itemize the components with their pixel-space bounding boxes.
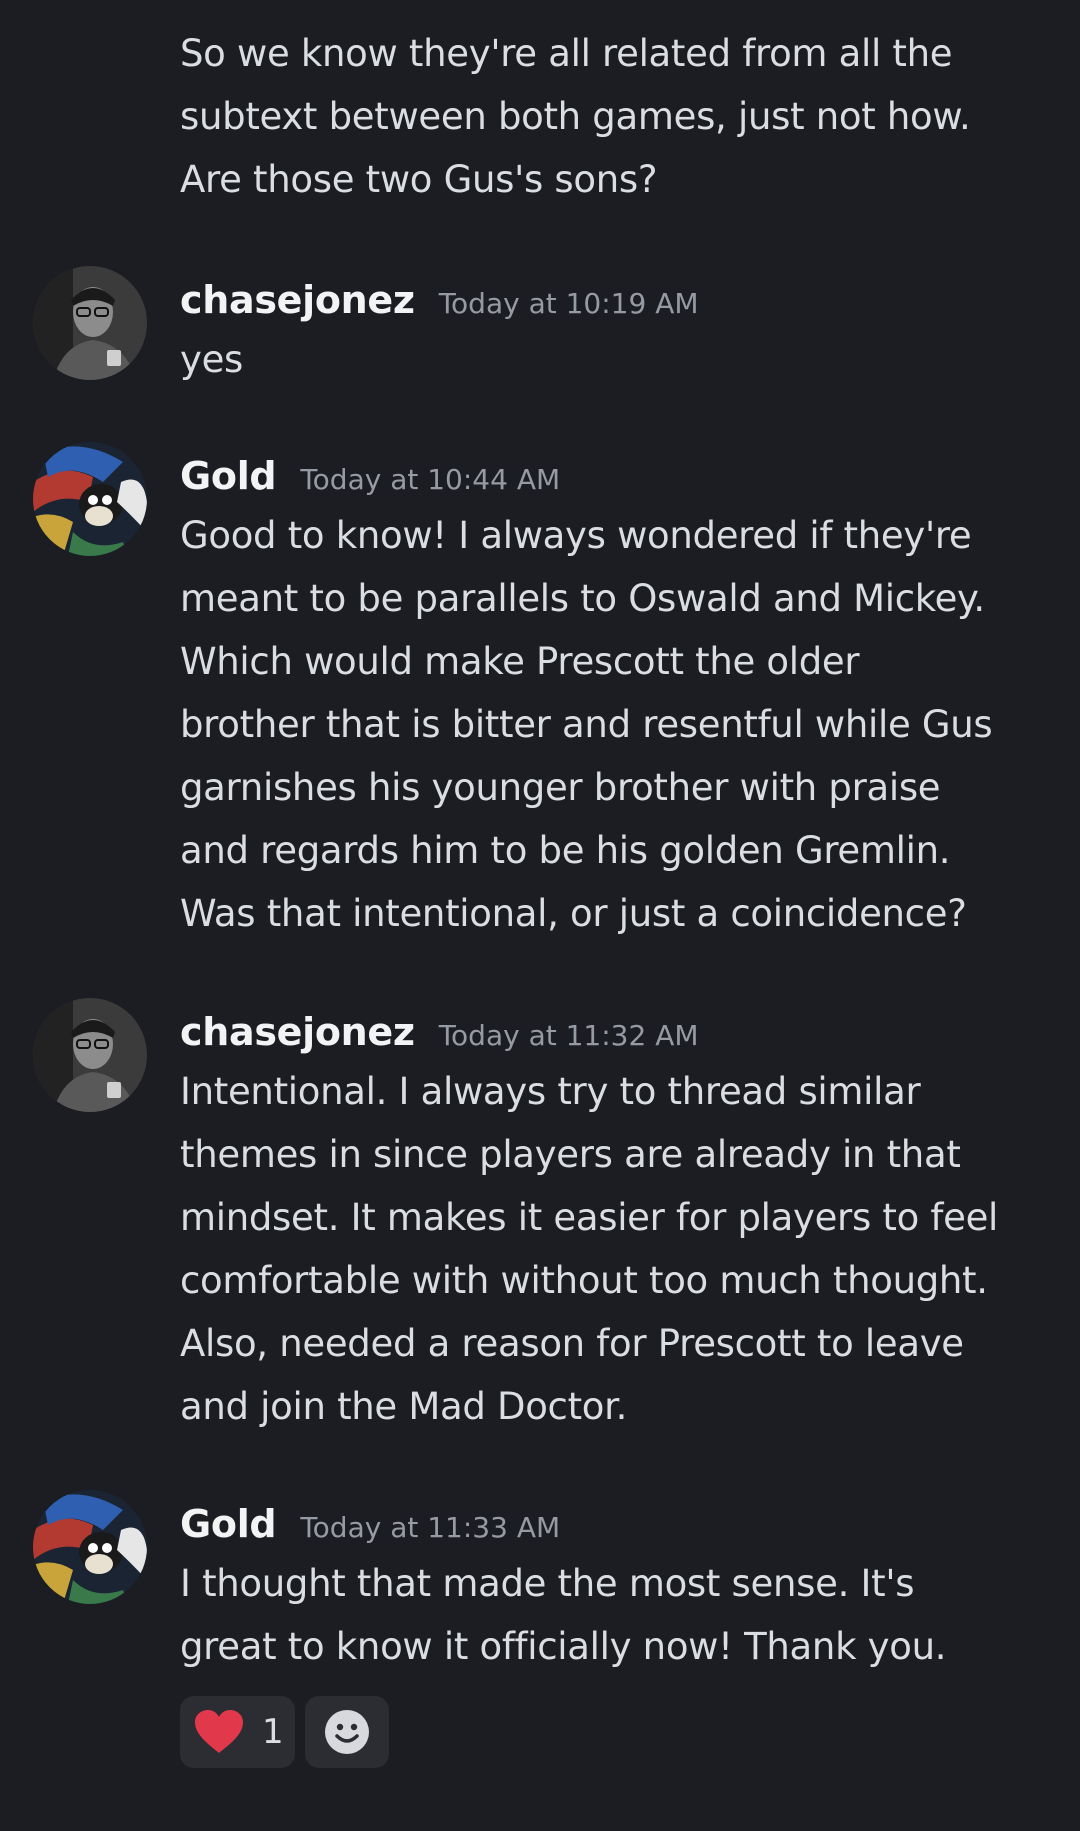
message-line: yes: [180, 338, 244, 381]
message-body: Intentional. I always try to thread simi…: [180, 1060, 1060, 1438]
message-line: Are those two Gus's sons?: [180, 158, 658, 201]
username[interactable]: chasejonez: [180, 1010, 415, 1054]
message-line: and join the Mad Doctor.: [180, 1385, 628, 1428]
message-continuation: So we know they're all related from all …: [180, 22, 1060, 211]
message-line: Also, needed a reason for Prescott to le…: [180, 1322, 964, 1365]
message-line: comfortable with without too much though…: [180, 1259, 988, 1302]
message-body: yes: [180, 328, 1060, 391]
message-line: and regards him to be his golden Gremlin…: [180, 829, 951, 872]
reactions-bar: 1: [180, 1696, 389, 1768]
message-body: Good to know! I always wondered if they'…: [180, 504, 1060, 945]
message-header: Gold Today at 10:44 AM: [180, 454, 560, 504]
message-line: I thought that made the most sense. It's: [180, 1562, 915, 1605]
timestamp: Today at 10:19 AM: [438, 287, 699, 320]
message-line: great to know it officially now! Thank y…: [180, 1625, 947, 1668]
message-line: garnishes his younger brother with prais…: [180, 766, 941, 809]
message-line: Good to know! I always wondered if they'…: [180, 514, 972, 557]
message-line: Was that intentional, or just a coincide…: [180, 892, 967, 935]
username[interactable]: Gold: [180, 1502, 277, 1546]
cartoon-rabbit-icon: [33, 1490, 147, 1604]
message-line: Intentional. I always try to thread simi…: [180, 1070, 921, 1113]
timestamp: Today at 10:44 AM: [300, 463, 561, 496]
message-header: chasejonez Today at 10:19 AM: [180, 278, 699, 328]
heart-icon: [195, 1710, 243, 1753]
message-body: I thought that made the most sense. It's…: [180, 1552, 1060, 1678]
avatar[interactable]: [33, 998, 147, 1112]
message-line: meant to be parallels to Oswald and Mick…: [180, 577, 985, 620]
message-line: So we know they're all related from all …: [180, 32, 953, 75]
timestamp: Today at 11:33 AM: [300, 1511, 561, 1544]
message-line: subtext between both games, just not how…: [180, 95, 971, 138]
message-header: chasejonez Today at 11:32 AM: [180, 1010, 699, 1060]
man-with-glasses-icon: [33, 998, 147, 1112]
timestamp: Today at 11:32 AM: [438, 1019, 699, 1052]
username[interactable]: chasejonez: [180, 278, 415, 322]
man-with-glasses-icon: [33, 266, 147, 380]
add-reaction-icon: [325, 1710, 369, 1754]
username[interactable]: Gold: [180, 454, 277, 498]
message-line: brother that is bitter and resentful whi…: [180, 703, 993, 746]
avatar[interactable]: [33, 442, 147, 556]
reaction-count: 1: [262, 1712, 284, 1752]
avatar[interactable]: [33, 1490, 147, 1604]
message-line: mindset. It makes it easier for players …: [180, 1196, 999, 1239]
message-header: Gold Today at 11:33 AM: [180, 1502, 560, 1552]
heart-reaction-button[interactable]: 1: [180, 1696, 295, 1768]
message-line: Which would make Prescott the older: [180, 640, 860, 683]
cartoon-rabbit-icon: [33, 442, 147, 556]
message-line: themes in since players are already in t…: [180, 1133, 961, 1176]
avatar[interactable]: [33, 266, 147, 380]
add-reaction-button[interactable]: [305, 1696, 389, 1768]
